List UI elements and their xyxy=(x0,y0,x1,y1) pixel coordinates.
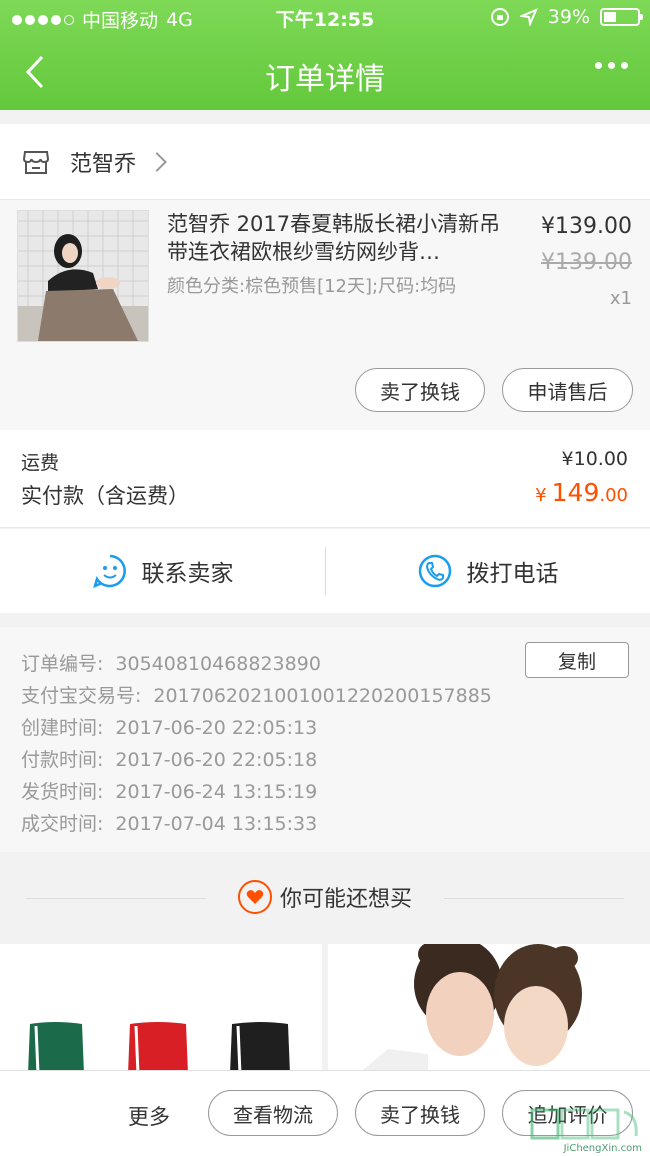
product-price: ¥139.00 xyxy=(541,214,632,239)
chat-icon xyxy=(92,554,126,589)
sell-item-button[interactable]: 卖了换钱 xyxy=(355,368,485,412)
info-value: 2017-06-24 13:15:19 xyxy=(115,781,318,803)
apply-aftersale-button[interactable]: 申请售后 xyxy=(502,368,633,412)
contact-bar: 联系卖家 拨打电话 xyxy=(0,529,650,613)
status-bar: 中国移动 4G 下午12:55 39% xyxy=(0,0,650,36)
copy-button[interactable]: 复制 xyxy=(525,642,629,678)
contact-seller-label: 联系卖家 xyxy=(141,561,234,587)
sell-button[interactable]: 卖了换钱 xyxy=(355,1090,485,1136)
order-number-row: 订单编号: 30540810468823890 xyxy=(21,649,321,676)
recommend-header: 你可能还想买 xyxy=(0,852,650,944)
page-title: 订单详情 xyxy=(265,62,385,97)
paid-time-row: 付款时间: 2017-06-20 22:05:18 xyxy=(21,745,317,772)
info-label: 支付宝交易号: xyxy=(21,685,142,707)
created-time-row: 创建时间: 2017-06-20 22:05:13 xyxy=(21,713,317,740)
info-value: 2017062021001001220200157885 xyxy=(153,685,492,707)
app-header: 中国移动 4G 下午12:55 39% 订单详情 xyxy=(0,0,650,110)
info-label: 发货时间: xyxy=(21,781,104,803)
shipping-value: ¥10.00 xyxy=(561,448,628,470)
product-quantity: x1 xyxy=(609,288,632,309)
location-icon xyxy=(519,8,538,26)
watermark-text: JiChengXin.com xyxy=(563,1143,642,1154)
info-value: 2017-06-20 22:05:13 xyxy=(115,717,318,739)
recommend-title: 你可能还想买 xyxy=(279,887,412,912)
paid-currency: ¥ xyxy=(535,485,547,506)
paid-decimal: .00 xyxy=(599,485,628,506)
call-phone-label: 拨打电话 xyxy=(466,561,559,587)
recommend-card[interactable] xyxy=(0,944,322,1074)
paid-integer: 149 xyxy=(551,478,600,507)
watermark-logo: JiChengXin.com xyxy=(528,1106,646,1156)
fee-summary: 运费 ¥10.00 实付款（含运费） ¥ 149.00 xyxy=(0,430,650,528)
product-image[interactable] xyxy=(17,210,149,342)
chevron-right-icon xyxy=(147,151,167,172)
rotation-lock-icon xyxy=(490,8,509,26)
product-item[interactable]: 范智乔 2017春夏韩版长裙小清新吊带连衣裙欧根纱雪纺网纱背… 颜色分类:棕色预… xyxy=(0,200,650,430)
shop-name: 范智乔 xyxy=(70,151,137,177)
paid-label: 实付款（含运费） xyxy=(21,484,189,508)
product-original-price: ¥139.00 xyxy=(541,250,632,275)
product-title[interactable]: 范智乔 2017春夏韩版长裙小清新吊带连衣裙欧根纱雪纺网纱背… xyxy=(167,210,507,266)
call-phone-button[interactable]: 拨打电话 xyxy=(325,529,650,613)
info-value: 2017-07-04 13:15:33 xyxy=(115,813,318,835)
info-value: 30540810468823890 xyxy=(115,653,321,675)
more-button[interactable]: 更多 xyxy=(128,1101,170,1131)
info-label: 成交时间: xyxy=(21,813,104,835)
contact-seller-button[interactable]: 联系卖家 xyxy=(0,529,325,613)
battery-icon xyxy=(600,8,643,26)
shipped-time-row: 发货时间: 2017-06-24 13:15:19 xyxy=(21,777,317,804)
alipay-number-row: 支付宝交易号: 2017062021001001220200157885 xyxy=(21,681,492,708)
info-value: 2017-06-20 22:05:18 xyxy=(115,749,318,771)
view-logistics-button[interactable]: 查看物流 xyxy=(208,1090,338,1136)
phone-icon xyxy=(418,554,451,588)
shipping-label: 运费 xyxy=(21,452,60,474)
recommend-card[interactable] xyxy=(328,944,650,1074)
more-menu-icon[interactable] xyxy=(595,62,628,69)
info-label: 付款时间: xyxy=(21,749,104,771)
recommend-list xyxy=(0,944,650,1074)
order-info: 订单编号: 30540810468823890 支付宝交易号: 2017062021… xyxy=(0,627,650,852)
heart-icon xyxy=(237,880,272,914)
shop-icon xyxy=(22,150,50,174)
paid-amount: ¥ 149.00 xyxy=(535,478,628,507)
shop-row[interactable]: 范智乔 xyxy=(0,124,650,200)
info-label: 订单编号: xyxy=(21,653,104,675)
battery-percent: 39% xyxy=(547,6,590,28)
info-label: 创建时间: xyxy=(21,717,104,739)
completed-time-row: 成交时间: 2017-07-04 13:15:33 xyxy=(21,809,317,836)
product-sku: 颜色分类:棕色预售[12天];尺码:均码 xyxy=(167,276,457,297)
nav-bar: 订单详情 xyxy=(0,36,650,110)
